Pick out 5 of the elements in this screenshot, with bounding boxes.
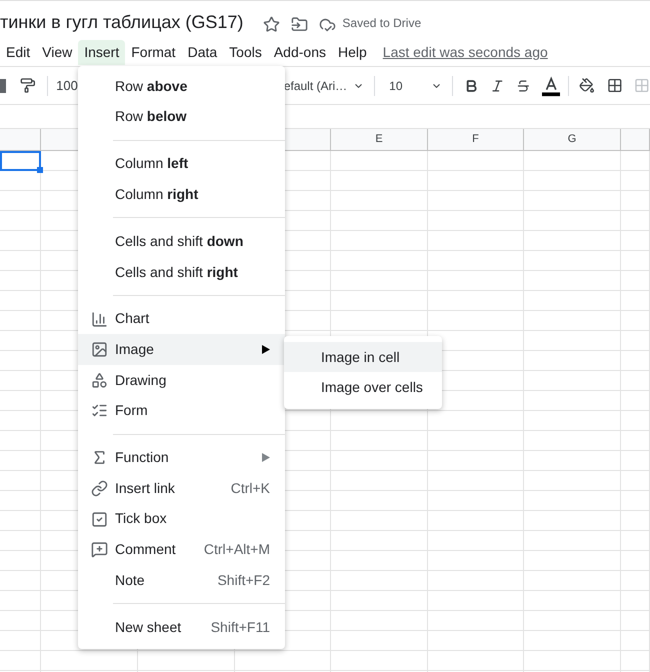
shortcut-label: Shift+F11 [210, 618, 270, 637]
save-status: Saved to Drive [342, 15, 422, 32]
shortcut-label: Shift+F2 [217, 570, 270, 590]
shortcut-label: Ctrl+K [230, 478, 270, 498]
shortcut-label: Ctrl+Alt+M [204, 540, 270, 560]
